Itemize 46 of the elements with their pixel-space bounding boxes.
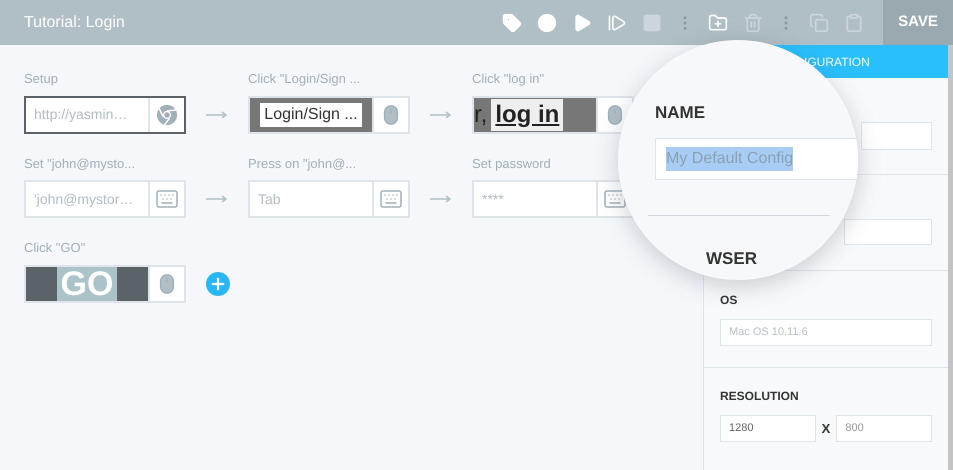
step-label: Set "john@mysto... — [24, 154, 136, 173]
arrow-icon — [430, 110, 452, 118]
step-label: Press on "john@... — [248, 154, 358, 173]
plus-icon — [209, 274, 227, 292]
step-label: Set password — [472, 154, 552, 173]
step-value: 'john@mystor… — [33, 190, 134, 209]
step-card[interactable]: GO — [24, 264, 186, 302]
add-step-button[interactable] — [206, 272, 230, 296]
arrow-icon — [430, 195, 452, 203]
name-input[interactable]: My Default Config — [655, 138, 858, 180]
browser-field[interactable] — [844, 219, 932, 245]
record-icon[interactable] — [536, 12, 558, 34]
screenshot-button-text: GO — [56, 266, 118, 300]
screenshot-text: r, — [474, 100, 488, 130]
folder-plus-icon[interactable] — [707, 12, 729, 34]
step-value: http://yasmin… — [33, 105, 128, 124]
browser-icon — [156, 104, 178, 126]
arrow-icon — [206, 195, 228, 203]
step-label: Click "GO" — [24, 239, 86, 257]
resolution-label: RESOLUTION — [720, 388, 800, 405]
step-value: **** — [481, 190, 505, 208]
step-value: Tab — [257, 190, 282, 208]
step-card[interactable]: 'john@mystor… — [24, 180, 186, 218]
step-card[interactable]: **** — [472, 180, 634, 218]
step-card[interactable]: http://yasmin… — [24, 96, 186, 134]
height-field[interactable]: 800 — [836, 415, 932, 442]
name-value: My Default Config — [666, 147, 794, 171]
window-title: Tutorial: Login — [23, 12, 126, 32]
os-field[interactable]: Mac OS 10.11.6 — [720, 319, 932, 346]
step-card[interactable]: Login/Sign ... — [248, 96, 410, 134]
arrow-icon — [206, 110, 228, 118]
width-field[interactable]: 1280 — [720, 415, 816, 442]
name-field[interactable] — [861, 122, 932, 150]
step-card[interactable]: Tab — [248, 180, 410, 218]
step-card[interactable]: r, log in — [472, 96, 634, 134]
save-button[interactable]: SAVE — [883, 0, 953, 45]
browser-label: WSER — [706, 248, 757, 270]
step-label: Click "log in" — [472, 70, 546, 88]
separator-text: X — [822, 420, 830, 438]
screenshot-link: log in — [491, 98, 564, 130]
os-label: OS — [720, 292, 738, 309]
name-label: NAME — [655, 102, 706, 124]
step-label: Setup — [24, 70, 59, 88]
step-label: Click "Login/Sign ... — [248, 70, 362, 88]
screenshot-button-text: Login/Sign ... — [260, 102, 362, 126]
tag-icon[interactable] — [501, 12, 523, 34]
